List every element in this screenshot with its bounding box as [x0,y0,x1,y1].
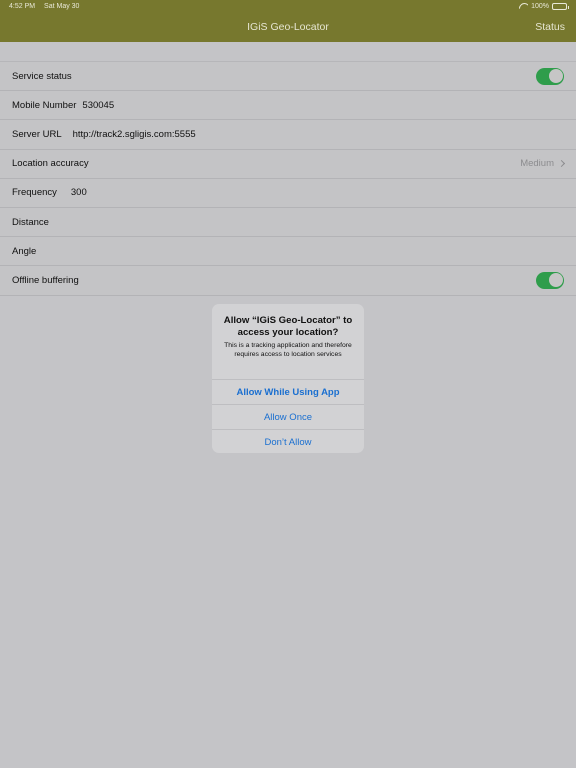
status-time: 4:52 PM [9,3,36,10]
location-accuracy-label: Location accuracy [12,158,89,170]
server-url-field[interactable]: http://track2.sgligis.com:5555 [73,129,196,140]
mobile-number-label: Mobile Number [12,99,77,111]
settings-list: Service status Mobile Number 530045 Serv… [0,61,576,296]
service-status-row: Service status [0,62,576,92]
location-accuracy-detail: Medium [520,158,566,170]
offline-buffering-label: Offline buffering [12,274,79,286]
angle-label: Angle [12,245,37,257]
mobile-number-row: Mobile Number 530045 [0,91,576,121]
location-permission-alert: Allow “IGiS Geo-Locator” to access your … [212,304,364,453]
wifi-icon [519,3,528,10]
service-status-toggle[interactable] [536,67,564,85]
distance-label: Distance [12,216,49,228]
location-accuracy-row[interactable]: Location accuracy Medium [0,150,576,179]
alert-message: This is a tracking application and there… [224,342,352,358]
chevron-right-icon [557,160,566,168]
location-accuracy-value: Medium [520,158,554,170]
distance-row: Distance [0,208,576,238]
status-button[interactable]: Status [535,21,565,33]
alert-title: Allow “IGiS Geo-Locator” to access your … [223,315,353,338]
page-title: IGiS Geo-Locator [247,21,329,33]
allow-while-using-app-button[interactable]: Allow While Using App [212,379,364,404]
service-status-label: Service status [12,70,72,82]
toggle-knob [548,273,563,288]
mobile-number-field[interactable]: 530045 [82,100,114,111]
alert-actions: Allow While Using App Allow Once Don’t A… [212,379,364,453]
allow-once-button[interactable]: Allow Once [212,404,364,429]
status-bar: 4:52 PM Sat May 30 100% [0,0,576,14]
frequency-label: Frequency [12,187,57,199]
offline-buffering-row: Offline buffering [0,266,576,296]
status-bar-left: 4:52 PM Sat May 30 [9,3,79,10]
server-url-label: Server URL [12,128,62,140]
frequency-field[interactable]: 300 [71,187,87,198]
offline-buffering-toggle[interactable] [536,271,564,289]
navigation-bar: IGiS Geo-Locator Status [0,14,576,42]
server-url-row: Server URL http://track2.sgligis.com:555… [0,120,576,150]
frequency-row: Frequency 300 [0,179,576,208]
dont-allow-button[interactable]: Don’t Allow [212,429,364,453]
status-bar-right: 100% [519,3,569,10]
battery-percent: 100% [531,3,549,10]
status-date: Sat May 30 [44,3,80,10]
angle-row: Angle [0,237,576,267]
battery-icon [552,3,569,10]
toggle-knob [548,69,563,84]
